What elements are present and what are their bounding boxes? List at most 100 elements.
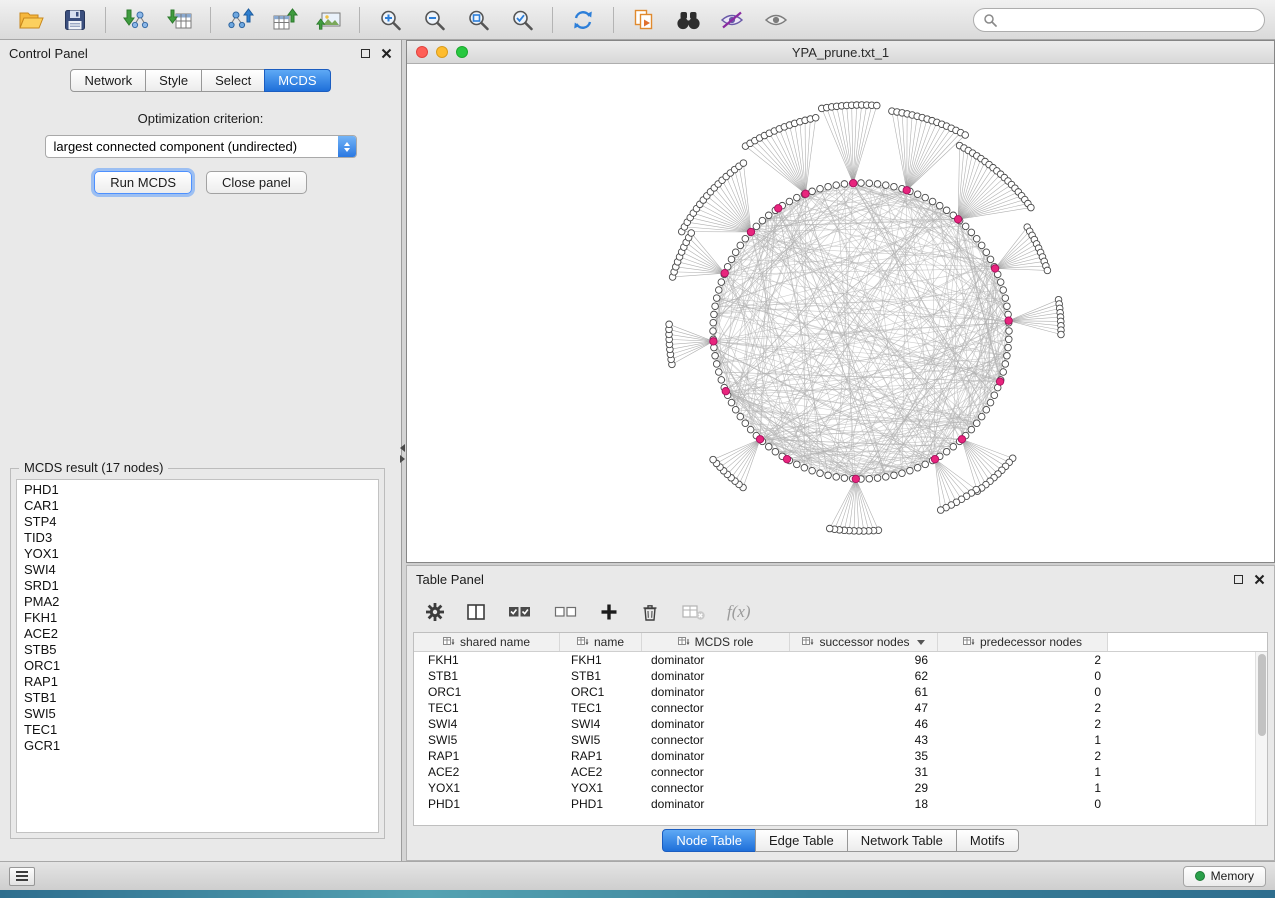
import-table-button[interactable]	[159, 4, 201, 36]
table-cell: 47	[790, 701, 938, 715]
mcds-result-item[interactable]: SWI5	[17, 706, 378, 722]
table-cell: STB1	[414, 669, 560, 683]
show-columns-button[interactable]	[466, 602, 486, 622]
column-header-shared-name[interactable]: shared name	[414, 633, 560, 651]
tab-network[interactable]: Network	[70, 69, 146, 92]
tab-style[interactable]: Style	[145, 69, 202, 92]
mcds-result-item[interactable]: TID3	[17, 530, 378, 546]
maximize-window-icon[interactable]	[456, 46, 468, 58]
splitter-collapse-icons[interactable]	[400, 444, 405, 463]
destroy-table-button[interactable]	[681, 602, 706, 622]
network-window-titlebar[interactable]: YPA_prune.txt_1	[407, 41, 1274, 64]
control-panel: Control Panel Network Style Select MCDS …	[0, 40, 402, 861]
add-row-button[interactable]	[599, 602, 619, 622]
function-builder-button[interactable]: f(x)	[727, 602, 751, 622]
zoom-in-button[interactable]	[369, 4, 411, 36]
clone-network-button[interactable]	[623, 4, 665, 36]
table-scrollbar[interactable]	[1255, 652, 1267, 825]
table-row[interactable]: ACE2ACE2connector311	[414, 764, 1267, 780]
column-header-predecessor-nodes[interactable]: predecessor nodes	[938, 633, 1108, 651]
gear-icon	[425, 602, 445, 622]
mcds-result-item[interactable]: PHD1	[17, 482, 378, 498]
zoom-out-button[interactable]	[413, 4, 455, 36]
table-row[interactable]: RAP1RAP1dominator352	[414, 748, 1267, 764]
float-table-panel-icon[interactable]	[1234, 575, 1243, 584]
column-header-name[interactable]: name	[560, 633, 642, 651]
mcds-result-item[interactable]: SRD1	[17, 578, 378, 594]
zoom-in-icon	[378, 8, 403, 32]
delete-row-button[interactable]	[640, 602, 660, 622]
table-row[interactable]: PHD1PHD1dominator180	[414, 796, 1267, 812]
mcds-result-list[interactable]: PHD1CAR1STP4TID3YOX1SWI4SRD1PMA2FKH1ACE2…	[16, 479, 379, 833]
table-cell: TEC1	[560, 701, 642, 715]
run-mcds-button[interactable]: Run MCDS	[94, 171, 192, 194]
network-canvas[interactable]	[407, 64, 1274, 562]
collapse-right-icon[interactable]	[400, 455, 405, 463]
export-network-button[interactable]	[220, 4, 262, 36]
table-row[interactable]: FKH1FKH1dominator962	[414, 652, 1267, 668]
mcds-result-item[interactable]: STB1	[17, 690, 378, 706]
mcds-result-item[interactable]: ORC1	[17, 658, 378, 674]
network-graph[interactable]	[407, 64, 1274, 562]
select-all-button[interactable]	[507, 602, 532, 622]
table-row[interactable]: YOX1YOX1connector291	[414, 780, 1267, 796]
column-header-mcds-role[interactable]: MCDS role	[642, 633, 790, 651]
export-table-button[interactable]	[264, 4, 306, 36]
mcds-result-item[interactable]: YOX1	[17, 546, 378, 562]
tab-select[interactable]: Select	[201, 69, 265, 92]
mcds-result-item[interactable]: CAR1	[17, 498, 378, 514]
memory-button[interactable]: Memory	[1183, 866, 1266, 887]
mcds-result-item[interactable]: TEC1	[17, 722, 378, 738]
tab-network-table[interactable]: Network Table	[847, 829, 957, 852]
mcds-result-item[interactable]: SWI4	[17, 562, 378, 578]
zoom-fit-button[interactable]	[457, 4, 499, 36]
show-all-button[interactable]	[755, 4, 797, 36]
export-image-button[interactable]	[308, 4, 350, 36]
table-cell: connector	[642, 733, 790, 747]
table-row[interactable]: STB1STB1dominator620	[414, 668, 1267, 684]
mcds-result-item[interactable]: RAP1	[17, 674, 378, 690]
mcds-result-item[interactable]: STP4	[17, 514, 378, 530]
mcds-result-item[interactable]: PMA2	[17, 594, 378, 610]
mcds-result-item[interactable]: ACE2	[17, 626, 378, 642]
open-file-button[interactable]	[10, 4, 52, 36]
table-row[interactable]: TEC1TEC1connector472	[414, 700, 1267, 716]
mcds-result-item[interactable]: FKH1	[17, 610, 378, 626]
table-cell: YOX1	[560, 781, 642, 795]
tab-edge-table[interactable]: Edge Table	[755, 829, 848, 852]
table-cell: connector	[642, 701, 790, 715]
search-input[interactable]	[1003, 12, 1255, 27]
tab-node-table[interactable]: Node Table	[662, 829, 756, 852]
criterion-dropdown[interactable]: largest connected component (undirected)	[45, 135, 357, 158]
tab-mcds[interactable]: MCDS	[264, 69, 330, 92]
close-table-panel-icon[interactable]	[1254, 574, 1265, 585]
collapse-left-icon[interactable]	[400, 444, 405, 452]
search-box[interactable]	[973, 8, 1265, 32]
status-menu-button[interactable]	[9, 867, 35, 886]
table-settings-button[interactable]	[425, 602, 445, 622]
close-window-icon[interactable]	[416, 46, 428, 58]
float-panel-icon[interactable]	[361, 49, 370, 58]
find-button[interactable]	[667, 4, 709, 36]
mcds-result-item[interactable]: STB5	[17, 642, 378, 658]
binoculars-icon	[675, 8, 702, 32]
close-panel-icon[interactable]	[381, 48, 392, 59]
table-row[interactable]: SWI4SWI4dominator462	[414, 716, 1267, 732]
minimize-window-icon[interactable]	[436, 46, 448, 58]
scrollbar-thumb[interactable]	[1258, 654, 1266, 736]
save-session-button[interactable]	[54, 4, 96, 36]
table-toolbar: f(x)	[407, 592, 1274, 632]
table-row[interactable]: ORC1ORC1dominator610	[414, 684, 1267, 700]
network-window-title: YPA_prune.txt_1	[407, 45, 1274, 60]
tab-motifs[interactable]: Motifs	[956, 829, 1019, 852]
column-header-successor-nodes[interactable]: successor nodes	[790, 633, 938, 651]
import-network-button[interactable]	[115, 4, 157, 36]
table-row[interactable]: SWI5SWI5connector431	[414, 732, 1267, 748]
close-panel-button[interactable]: Close panel	[206, 171, 307, 194]
mcds-result-item[interactable]: GCR1	[17, 738, 378, 754]
hide-selected-button[interactable]	[711, 4, 753, 36]
refresh-button[interactable]	[562, 4, 604, 36]
deselect-all-button[interactable]	[553, 602, 578, 622]
zoom-selected-button[interactable]	[501, 4, 543, 36]
table-cell: 0	[938, 669, 1108, 683]
